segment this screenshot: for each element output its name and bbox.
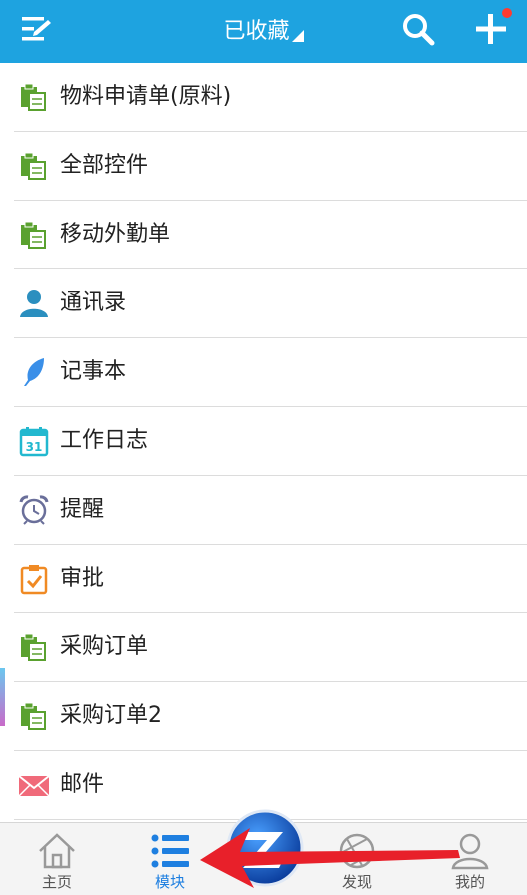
list-item[interactable]: 31 工作日志 [14,407,527,476]
tab-home[interactable]: 主页 [12,823,102,895]
list-item[interactable]: 提醒 [14,476,527,545]
list-item-label: 工作日志 [60,427,149,453]
list-item-label: 提醒 [60,496,105,522]
list-item-label: 记事本 [60,359,127,385]
contact-person-icon [18,287,50,319]
feather-icon [18,356,50,388]
home-icon [39,833,75,869]
list-item[interactable]: 通讯录 [14,269,527,339]
list-item-label: 邮件 [60,771,105,797]
z-logo-icon[interactable] [225,808,305,888]
search-icon[interactable] [401,12,435,46]
list-item[interactable]: 移动外勤单 [14,201,527,270]
clipboard-form-icon [18,81,50,113]
list-item-label: 移动外勤单 [60,221,171,247]
tab-label: 模块 [154,873,185,891]
list-item-label: 通讯录 [60,290,127,316]
clipboard-form-icon [18,631,50,663]
notification-dot [502,8,512,18]
aperture-icon [339,833,375,869]
approval-clipboard-icon [18,563,50,595]
tab-discover[interactable]: 发现 [312,823,402,895]
profile-icon [451,833,489,870]
dropdown-caret-icon [291,30,304,42]
tab-label: 我的 [454,873,485,891]
list-item[interactable]: 审批 [14,545,527,614]
list-item-label: 审批 [60,565,105,591]
clipboard-form-icon [18,700,50,732]
list-item[interactable]: 记事本 [14,338,527,407]
list-item[interactable]: 全部控件 [14,132,527,201]
clipboard-form-icon [18,219,50,251]
list-icon [151,834,189,868]
list-item-label: 物料申请单(原料) [60,84,232,109]
tab-label: 发现 [341,873,372,891]
edge-handle[interactable] [0,668,5,726]
list-item[interactable]: 采购订单2 [14,682,527,751]
list-item[interactable]: 采购订单 [14,613,527,683]
clipboard-form-icon [18,150,50,182]
header-title-dropdown[interactable]: 已收藏 [0,16,527,48]
list-item-label: 全部控件 [60,152,149,178]
list-item-label: 采购订单 [60,634,149,660]
tab-mine[interactable]: 我的 [425,823,515,895]
list-item-label: 采购订单2 [60,703,162,729]
page-title: 已收藏 [223,19,290,44]
favorites-list: 物料申请单(原料) 全部控件移动外勤单通讯录记事本 31 工作日志提醒审批采购订单采购… [14,63,527,820]
tab-label: 主页 [41,873,72,891]
alarm-clock-icon [18,494,50,526]
mail-icon [18,769,50,801]
calendar-icon: 31 [18,425,50,457]
tab-modules[interactable]: 模块 [125,823,215,895]
list-item[interactable]: 物料申请单(原料) [14,63,527,132]
top-bar: 已收藏 [0,0,527,63]
svg-text:31: 31 [26,440,43,454]
